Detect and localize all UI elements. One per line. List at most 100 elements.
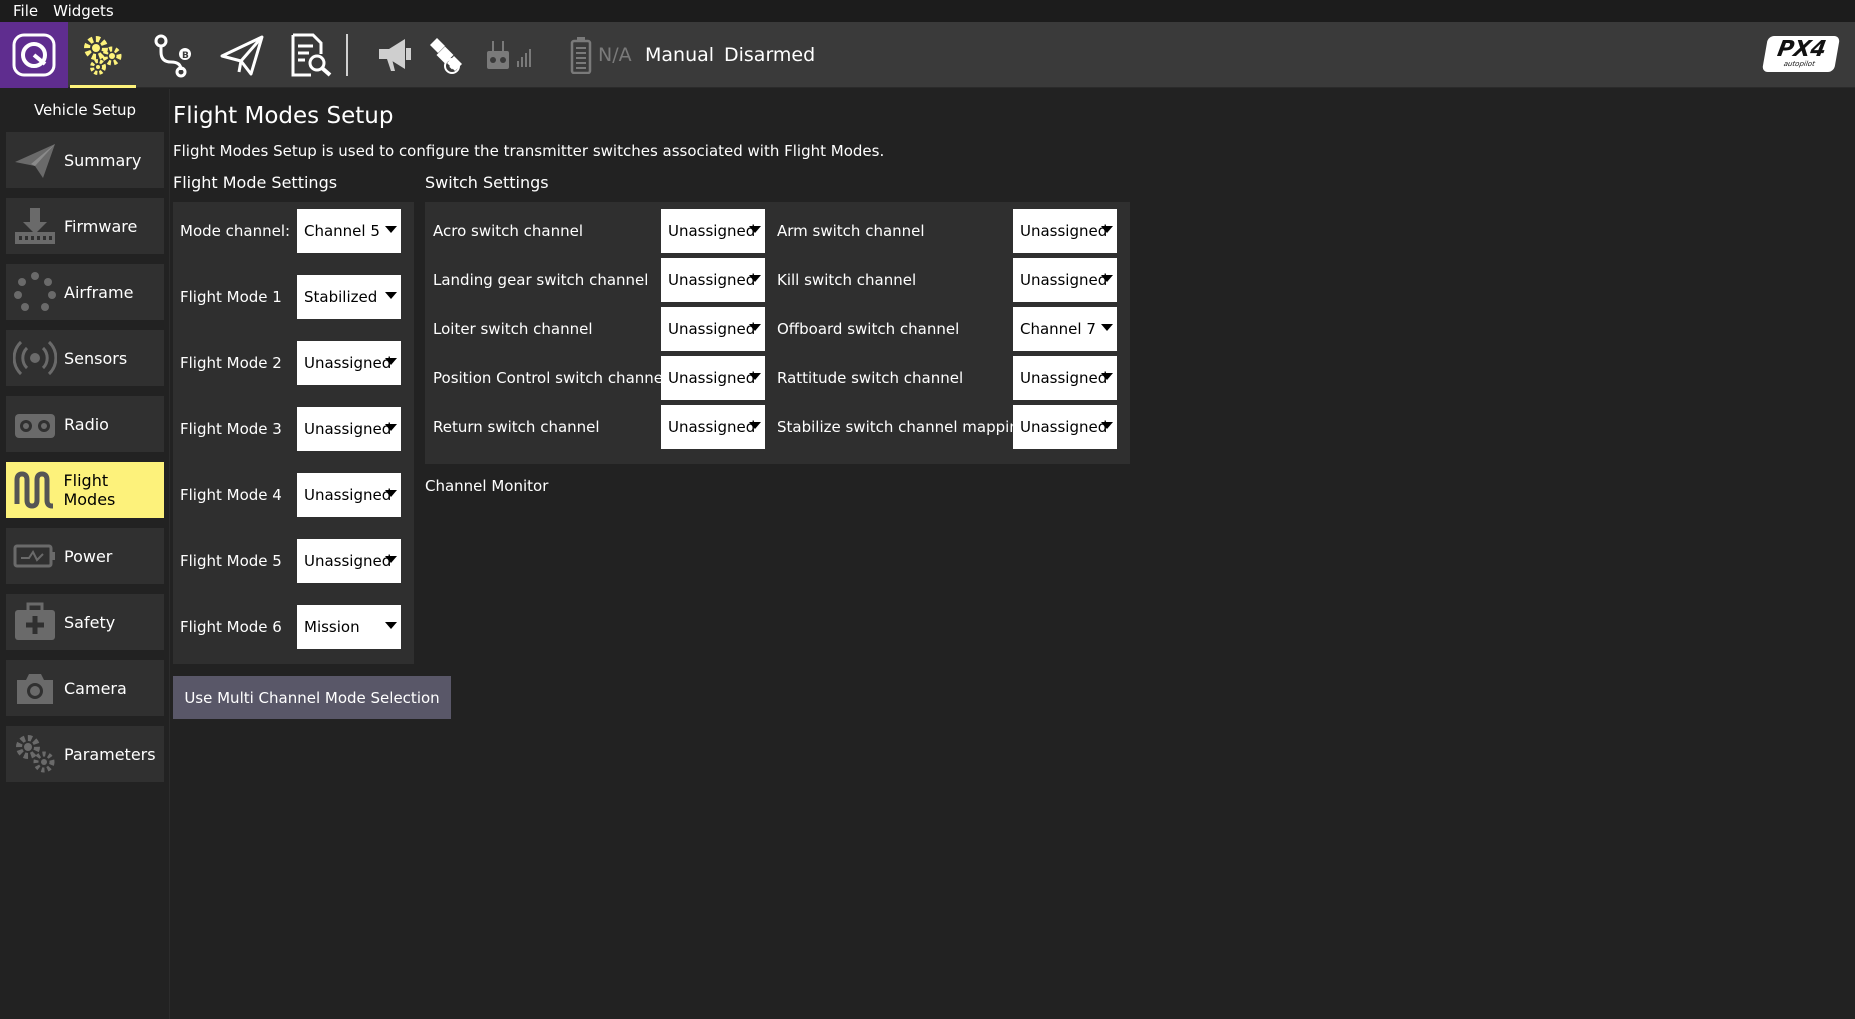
arm-switch-select[interactable]: Unassigned [1013,209,1117,253]
stabilize-switch-row: Stabilize switch channel mapping Unassig… [775,405,1130,449]
sidebar-item-firmware[interactable]: Firmware [6,198,164,254]
sidebar-item-label: Camera [64,678,127,698]
stabilize-switch-label: Stabilize switch channel mapping [777,418,1029,436]
acro-switch-label: Acro switch channel [433,222,584,240]
gps-indicator[interactable] [422,22,468,88]
position-control-switch-select[interactable]: Unassigned [661,356,765,400]
offboard-switch-select[interactable]: Channel 7 [1013,307,1117,351]
flight-mode-5-select[interactable]: Unassigned [297,539,401,583]
analyze-view-button[interactable] [280,22,340,88]
stabilize-switch-select[interactable]: Unassigned [1013,405,1117,449]
flight-mode-3-select[interactable]: Unassigned [297,407,401,451]
menu-file[interactable]: File [13,2,38,20]
combo-value: Unassigned [304,420,392,438]
flight-mode-settings-panel: Mode channel: Channel 5 Flight Mode 1 St… [173,202,414,664]
sidebar-item-label: Parameters [64,744,156,764]
sidebar-item-airframe[interactable]: Airframe [6,264,164,320]
sidebar-item-camera[interactable]: Camera [6,660,164,716]
paper-plane-icon [220,35,264,76]
dropdown-arrow-icon [749,324,761,331]
flight-mode-indicator[interactable]: Manual [645,22,714,88]
flight-mode-1-select[interactable]: Stabilized [297,275,401,319]
offboard-switch-label: Offboard switch channel [777,320,960,338]
flight-mode-2-select[interactable]: Unassigned [297,341,401,385]
dropdown-arrow-icon [385,556,397,563]
mode-channel-row: Mode channel: Channel 5 [173,209,414,253]
sidebar-item-power[interactable]: Power [6,528,164,584]
radio-icon [10,396,60,452]
acro-switch-select[interactable]: Unassigned [661,209,765,253]
flight-mode-6-row: Flight Mode 6 Mission [173,605,414,649]
dropdown-arrow-icon [749,373,761,380]
menu-widgets[interactable]: Widgets [53,2,114,20]
combo-value: Unassigned [668,271,756,289]
first-aid-icon [10,594,60,650]
mode-channel-select[interactable]: Channel 5 [297,209,401,253]
landing-gear-switch-select[interactable]: Unassigned [661,258,765,302]
rattitude-switch-label: Rattitude switch channel [777,369,964,387]
switch-settings-title: Switch Settings [425,173,549,192]
combo-value: Unassigned [1020,271,1108,289]
flight-mode-3-row: Flight Mode 3 Unassigned [173,407,414,451]
flight-mode-6-select[interactable]: Mission [297,605,401,649]
flight-mode-2-label: Flight Mode 2 [180,354,282,372]
flight-mode-3-label: Flight Mode 3 [180,420,282,438]
flight-mode-5-row: Flight Mode 5 Unassigned [173,539,414,583]
position-control-switch-row: Position Control switch channel Unassign… [425,356,778,400]
vehicle-setup-button[interactable] [70,22,136,88]
kill-switch-select[interactable]: Unassigned [1013,258,1117,302]
px4-logo: PX4 autopilot [1761,36,1841,72]
rc-transmitter-icon [487,41,531,69]
fly-view-button[interactable] [212,22,272,88]
position-control-switch-label: Position Control switch channel [433,369,668,387]
rc-rssi-indicator[interactable] [480,22,540,88]
combo-value: Unassigned [668,369,756,387]
sidebar-item-label: Power [64,546,113,566]
vehicle-setup-sidebar: Vehicle Setup Summary Firmware Airframe … [0,89,170,1019]
landing-gear-switch-label: Landing gear switch channel [433,271,649,289]
qgc-logo-button[interactable] [0,22,68,88]
main-toolbar: B N/A Manual Disarmed PX4 autopilot [0,22,1855,88]
dropdown-arrow-icon [385,424,397,431]
sidebar-item-flight-modes[interactable]: Flight Modes [6,462,164,518]
sidebar-item-summary[interactable]: Summary [6,132,164,188]
arm-state-indicator[interactable]: Disarmed [724,22,815,88]
return-switch-select[interactable]: Unassigned [661,405,765,449]
sidebar-item-label: Firmware [64,216,138,236]
switch-settings-panel: Acro switch channel Unassigned Landing g… [425,202,1130,464]
paper-plane-icon [10,132,60,188]
acro-switch-row: Acro switch channel Unassigned [425,209,778,253]
dropdown-arrow-icon [385,622,397,629]
flight-mode-6-label: Flight Mode 6 [180,618,282,636]
battery-icon [570,37,592,74]
combo-value: Unassigned [304,552,392,570]
flight-mode-1-label: Flight Mode 1 [180,288,282,306]
airframe-icon [10,264,60,320]
sidebar-item-parameters[interactable]: Parameters [6,726,164,782]
battery-indicator[interactable] [566,22,596,88]
messages-indicator[interactable] [372,22,418,88]
flight-mode-4-select[interactable]: Unassigned [297,473,401,517]
flight-mode-2-row: Flight Mode 2 Unassigned [173,341,414,385]
channel-monitor-title: Channel Monitor [425,477,549,495]
gears-icon [84,36,122,75]
flight-mode-1-row: Flight Mode 1 Stabilized [173,275,414,319]
kill-switch-row: Kill switch channel Unassigned [775,258,1130,302]
dropdown-arrow-icon [1101,275,1113,282]
combo-value: Unassigned [668,418,756,436]
loiter-switch-select[interactable]: Unassigned [661,307,765,351]
sidebar-item-safety[interactable]: Safety [6,594,164,650]
kill-switch-label: Kill switch channel [777,271,917,289]
dropdown-arrow-icon [1101,324,1113,331]
sidebar-item-sensors[interactable]: Sensors [6,330,164,386]
sidebar-item-label: Sensors [64,348,128,368]
battery-icon [10,528,60,584]
sidebar-item-label: Airframe [64,282,134,302]
plan-view-button[interactable]: B [144,22,204,88]
rattitude-switch-select[interactable]: Unassigned [1013,356,1117,400]
page-description: Flight Modes Setup is used to configure … [173,142,885,160]
px4-logo-subtext: autopilot [1782,60,1816,68]
sidebar-item-radio[interactable]: Radio [6,396,164,452]
qgc-icon [12,33,56,77]
multi-channel-mode-button[interactable]: Use Multi Channel Mode Selection [173,676,451,719]
